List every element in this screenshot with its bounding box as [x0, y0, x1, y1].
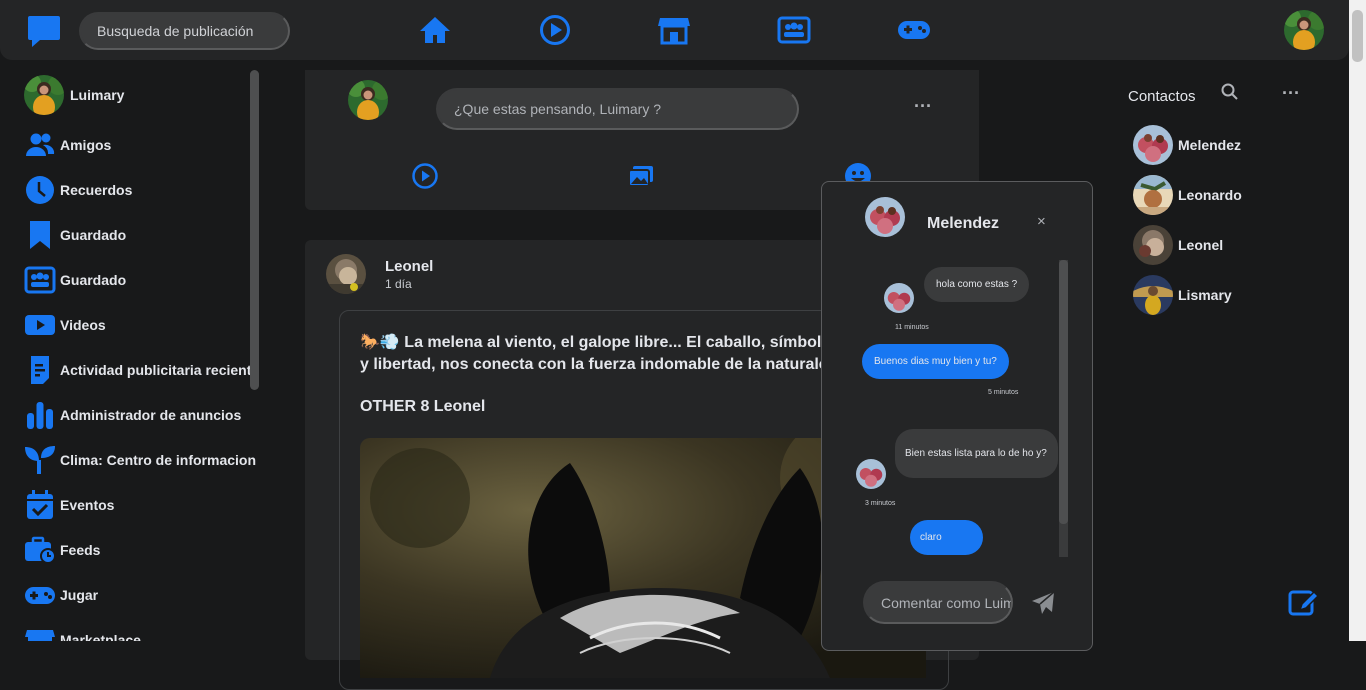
- whats-on-your-mind-input[interactable]: [436, 88, 799, 130]
- author-avatar[interactable]: [326, 254, 366, 294]
- sidebar-scrollbar[interactable]: [250, 70, 259, 390]
- sidebar-item-label: Videos: [60, 317, 106, 333]
- sidebar-item-label: Amigos: [60, 137, 112, 153]
- sidebar-item-marketplace[interactable]: Marketplace: [24, 620, 141, 641]
- sidebar-item-label: Recuerdos: [60, 182, 133, 198]
- sidebar-item-actividad[interactable]: Actividad publicitaria reciente: [24, 350, 259, 390]
- sidebar-item-profile[interactable]: Luimary: [24, 75, 124, 115]
- message-time: 11 minutos: [895, 324, 929, 331]
- live-video-icon[interactable]: [411, 162, 439, 190]
- send-icon[interactable]: [1030, 590, 1056, 616]
- sidebar-item-label: Guardado: [60, 272, 127, 288]
- contact-avatar: [1133, 225, 1173, 265]
- groups-icon[interactable]: [777, 14, 811, 46]
- sidebar-item-label: Actividad publicitaria reciente: [60, 362, 260, 378]
- sidebar-item-recuerdos[interactable]: Recuerdos: [24, 170, 132, 210]
- clock-icon: [24, 174, 56, 206]
- ad-activity-icon: [24, 354, 56, 386]
- chat-scrollbar-thumb[interactable]: [1059, 260, 1068, 524]
- sidebar-item-label: Administrador de anuncios: [60, 407, 242, 423]
- message-time: 3 minutos: [865, 500, 896, 507]
- sidebar-item-label: Guardado: [60, 227, 127, 243]
- bookmark-icon: [24, 219, 56, 251]
- sidebar-item-administrador[interactable]: Administrador de anuncios: [24, 395, 241, 435]
- page-scrollbar[interactable]: [1349, 0, 1366, 641]
- sidebar-item-eventos[interactable]: Eventos: [24, 485, 114, 525]
- contact-name: Lismary: [1178, 287, 1232, 303]
- contact-name: Leonel: [1178, 237, 1224, 253]
- photo-icon[interactable]: [627, 162, 655, 190]
- message-bubble-received: Bien estas lista para lo de ho y?: [895, 429, 1058, 478]
- chat-window: Melendez × hola como estas ? 11 minutos …: [821, 181, 1093, 651]
- sprout-icon: [24, 444, 56, 476]
- sidebar-item-videos[interactable]: Videos: [24, 305, 106, 345]
- contact-name: Leonardo: [1178, 187, 1242, 203]
- sidebar-item-jugar[interactable]: Jugar: [24, 575, 98, 615]
- more-options-icon[interactable]: ···: [914, 96, 932, 117]
- message-avatar: [884, 283, 914, 313]
- message-bubble-sent: Buenos dias muy bien y tu?: [862, 344, 1009, 379]
- post-subtext: OTHER 8 Leonel: [360, 398, 486, 415]
- contact-item[interactable]: Lismary: [1133, 275, 1232, 315]
- search-icon[interactable]: [1220, 82, 1240, 102]
- sidebar-item-label: Marketplace: [60, 632, 141, 641]
- contact-item[interactable]: Melendez: [1133, 125, 1241, 165]
- contact-avatar: [1133, 125, 1173, 165]
- groups-icon: [24, 264, 56, 296]
- close-icon[interactable]: ×: [1037, 213, 1046, 230]
- search-input[interactable]: [79, 12, 290, 50]
- contact-avatar: [1133, 275, 1173, 315]
- message-bubble-received: hola como estas ?: [924, 267, 1030, 302]
- message-time: 5 minutos: [988, 389, 1019, 396]
- message-avatar: [856, 459, 886, 489]
- chat-message-input[interactable]: [863, 581, 1013, 624]
- contact-item[interactable]: Leonel: [1133, 225, 1223, 265]
- sidebar-item-feeds[interactable]: Feeds: [24, 530, 100, 570]
- sidebar-item-label: Clima: Centro de informacion: [60, 452, 257, 468]
- post-author-name[interactable]: Leonel: [385, 258, 433, 275]
- sidebar-item-label: Luimary: [70, 87, 125, 103]
- page-scrollbar-thumb[interactable]: [1352, 10, 1363, 62]
- user-avatar: [348, 80, 388, 120]
- sidebar-item-label: Feeds: [60, 542, 101, 558]
- left-sidebar: Luimary Amigos Recuerdos Guardado Guarda…: [0, 60, 262, 641]
- sidebar-item-label: Eventos: [60, 497, 115, 513]
- video-icon: [24, 309, 56, 341]
- calendar-icon: [24, 489, 56, 521]
- gaming-icon[interactable]: [897, 14, 931, 46]
- chat-contact-avatar[interactable]: [865, 197, 905, 237]
- marketplace-store-icon[interactable]: [657, 14, 691, 46]
- video-play-icon[interactable]: [538, 14, 572, 46]
- top-navigation-bar: [0, 0, 1349, 60]
- new-message-icon[interactable]: [1288, 586, 1320, 618]
- friends-icon: [24, 129, 56, 161]
- home-icon[interactable]: [418, 14, 452, 46]
- sidebar-item-clima[interactable]: Clima: Centro de informacion: [24, 440, 256, 480]
- message-bubble-sent: claro: [910, 520, 983, 555]
- sidebar-item-amigos[interactable]: Amigos: [24, 125, 111, 165]
- messenger-logo-icon[interactable]: [26, 12, 62, 48]
- chat-contact-name[interactable]: Melendez: [927, 215, 999, 233]
- contact-item[interactable]: Leonardo: [1133, 175, 1242, 215]
- gamepad-icon: [24, 579, 56, 611]
- sidebar-item-label: Jugar: [60, 587, 99, 603]
- sidebar-item-grupos[interactable]: Guardado: [24, 260, 126, 300]
- bar-chart-icon: [24, 399, 56, 431]
- contacts-more-icon[interactable]: ···: [1282, 83, 1300, 104]
- contact-name: Melendez: [1178, 137, 1242, 153]
- profile-avatar[interactable]: [1284, 10, 1324, 50]
- contact-avatar: [1133, 175, 1173, 215]
- contacts-title: Contactos: [1128, 88, 1196, 105]
- sidebar-item-guardado[interactable]: Guardado: [24, 215, 126, 255]
- briefcase-clock-icon: [24, 534, 56, 566]
- store-icon: [24, 624, 56, 641]
- post-timestamp: 1 día: [385, 277, 412, 291]
- user-avatar: [24, 75, 64, 115]
